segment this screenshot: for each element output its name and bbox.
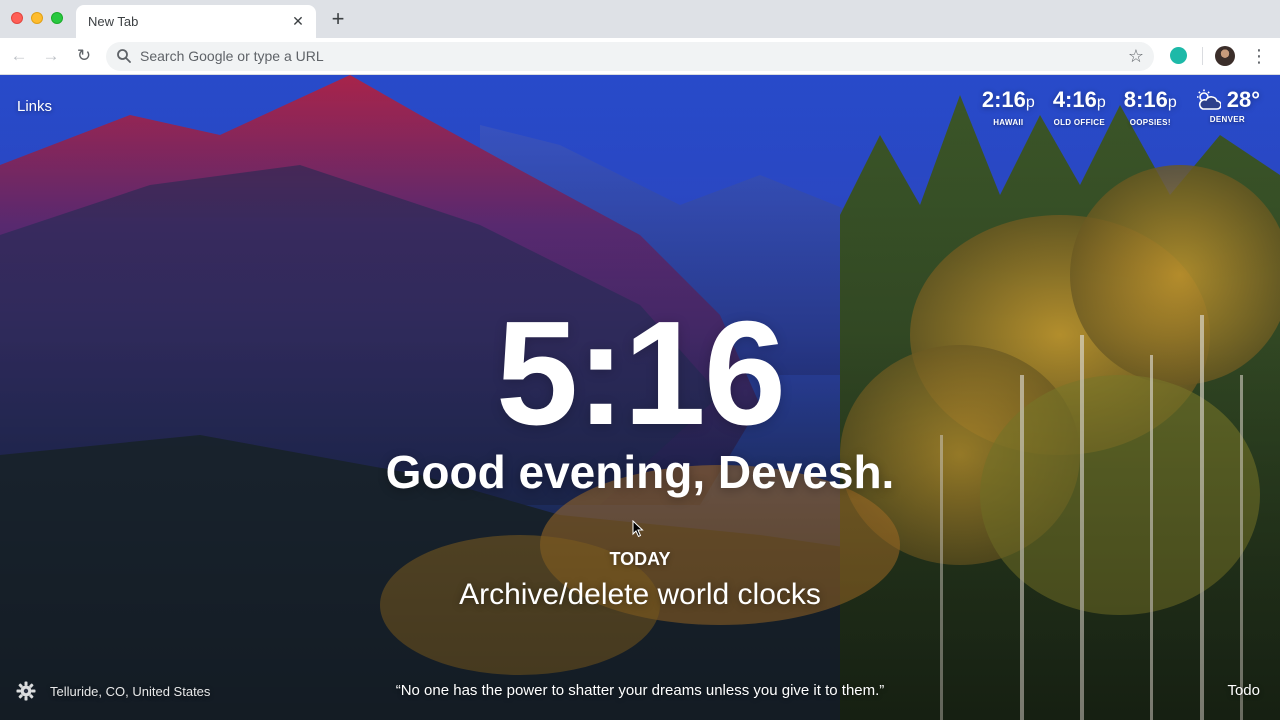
- minimize-window-button[interactable]: [31, 12, 43, 24]
- world-clocks: 2:16p HAWAII 4:16p OLD OFFICE 8:16p OOPS…: [964, 87, 1260, 127]
- focus-label: TODAY: [609, 549, 671, 569]
- clock-label: OLD OFFICE: [1053, 118, 1106, 127]
- clock-time: 8:16: [1123, 87, 1168, 112]
- clock-time: 4:16: [1052, 87, 1097, 112]
- clock-ampm: p: [1025, 94, 1035, 111]
- address-bar[interactable]: Search Google or type a URL ☆: [106, 42, 1154, 71]
- partly-cloudy-sun-icon: [1196, 89, 1221, 110]
- mouse-cursor-icon: [632, 520, 644, 538]
- toolbar-divider: [1202, 47, 1203, 65]
- clock-label: OOPSIES!: [1129, 118, 1171, 127]
- tab-close-icon[interactable]: ✕: [289, 12, 307, 30]
- address-bar-placeholder: Search Google or type a URL: [140, 48, 324, 64]
- weather-location: DENVER: [1209, 115, 1245, 124]
- main-clock[interactable]: 5:16: [0, 299, 1280, 449]
- search-icon: [117, 49, 131, 63]
- tab-new-tab[interactable]: New Tab ✕: [76, 5, 316, 38]
- clock-time: 2:16: [981, 87, 1026, 112]
- browser-toolbar: ← → ↻ Search Google or type a URL ☆ ⋮: [0, 38, 1280, 75]
- avatar[interactable]: [1215, 46, 1235, 66]
- weather-widget[interactable]: 28° DENVER: [1195, 87, 1260, 127]
- weather-temperature: 28°: [1226, 87, 1260, 112]
- world-clock[interactable]: 8:16p OOPSIES!: [1124, 87, 1177, 127]
- greeting[interactable]: Good evening, Devesh.: [0, 445, 1280, 499]
- chrome-menu-icon[interactable]: ⋮: [1250, 45, 1268, 67]
- world-clock[interactable]: 2:16p HAWAII: [982, 87, 1035, 127]
- tab-strip: New Tab ✕ +: [0, 0, 1280, 38]
- clock-ampm: p: [1167, 94, 1177, 111]
- close-window-button[interactable]: [11, 12, 23, 24]
- world-clock[interactable]: 4:16p OLD OFFICE: [1053, 87, 1106, 127]
- maximize-window-button[interactable]: [51, 12, 63, 24]
- clock-ampm: p: [1096, 94, 1106, 111]
- reload-button[interactable]: ↻: [73, 45, 95, 67]
- back-button[interactable]: ←: [8, 45, 30, 67]
- tab-title: New Tab: [88, 14, 139, 29]
- bookmark-star-icon[interactable]: ☆: [1126, 46, 1146, 66]
- momentum-dashboard: Links 2:16p HAWAII 4:16p OLD OFFICE 8:16…: [0, 75, 1280, 720]
- daily-quote[interactable]: “No one has the power to shatter your dr…: [0, 682, 1280, 699]
- todo-button[interactable]: Todo: [1227, 682, 1260, 699]
- clock-label: HAWAII: [993, 118, 1024, 127]
- new-tab-button[interactable]: +: [326, 8, 350, 32]
- forward-button[interactable]: →: [40, 45, 62, 67]
- focus-task[interactable]: Archive/delete world clocks: [0, 578, 1280, 612]
- links-button[interactable]: Links: [17, 98, 52, 115]
- extension-icon[interactable]: [1170, 47, 1187, 64]
